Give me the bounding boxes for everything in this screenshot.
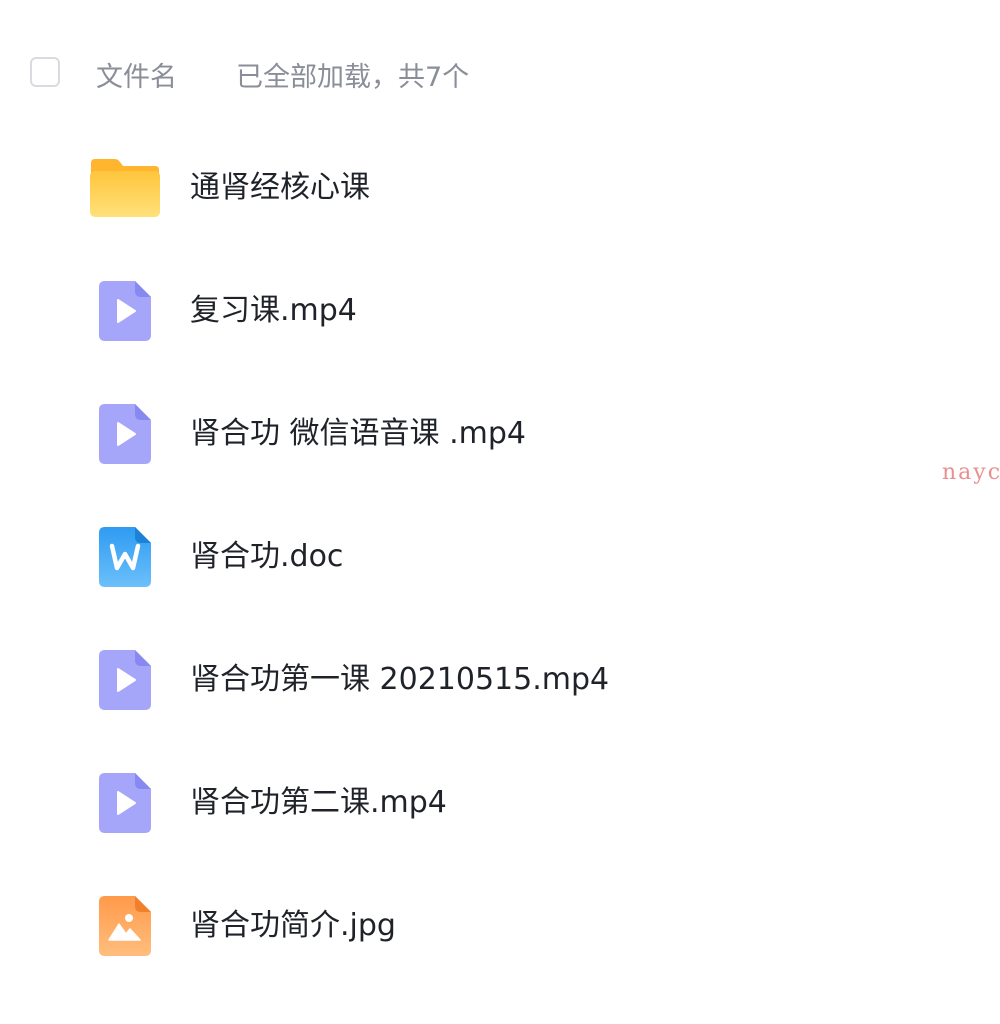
file-row-image[interactable]: 肾合功简介.jpg — [0, 866, 1000, 989]
file-list: 通肾经核心课 复习课.mp4 肾合功 微信语音课 .mp4 肾合功.doc 肾合… — [0, 128, 1000, 989]
file-row-video[interactable]: 肾合功第二课.mp4 — [0, 743, 1000, 866]
file-list-header: 文件名 已全部加载，共7个 — [0, 44, 1000, 104]
video-file-icon — [88, 743, 162, 863]
video-file-icon — [88, 374, 162, 494]
select-all-checkbox[interactable] — [30, 57, 60, 87]
file-row-document[interactable]: 肾合功.doc — [0, 497, 1000, 620]
load-status-text: 已全部加载，共7个 — [236, 62, 470, 93]
watermark-text: nayc — [942, 460, 1000, 485]
file-row-folder[interactable]: 通肾经核心课 — [0, 128, 1000, 251]
file-name[interactable]: 肾合功第一课 20210515.mp4 — [190, 660, 609, 700]
file-name[interactable]: 肾合功 微信语音课 .mp4 — [190, 414, 526, 454]
file-name[interactable]: 复习课.mp4 — [190, 291, 357, 331]
image-file-icon — [88, 866, 162, 986]
video-file-icon — [88, 620, 162, 740]
column-header-filename[interactable]: 文件名 — [96, 55, 177, 94]
file-row-video[interactable]: 肾合功 微信语音课 .mp4 — [0, 374, 1000, 497]
file-name[interactable]: 肾合功第二课.mp4 — [190, 783, 447, 823]
file-name[interactable]: 肾合功简介.jpg — [190, 906, 396, 946]
file-row-video[interactable]: 肾合功第一课 20210515.mp4 — [0, 620, 1000, 743]
file-row-video[interactable]: 复习课.mp4 — [0, 251, 1000, 374]
folder-icon — [88, 128, 162, 248]
word-file-icon — [88, 497, 162, 617]
video-file-icon — [88, 251, 162, 371]
file-name[interactable]: 肾合功.doc — [190, 537, 343, 577]
file-name[interactable]: 通肾经核心课 — [190, 168, 370, 208]
